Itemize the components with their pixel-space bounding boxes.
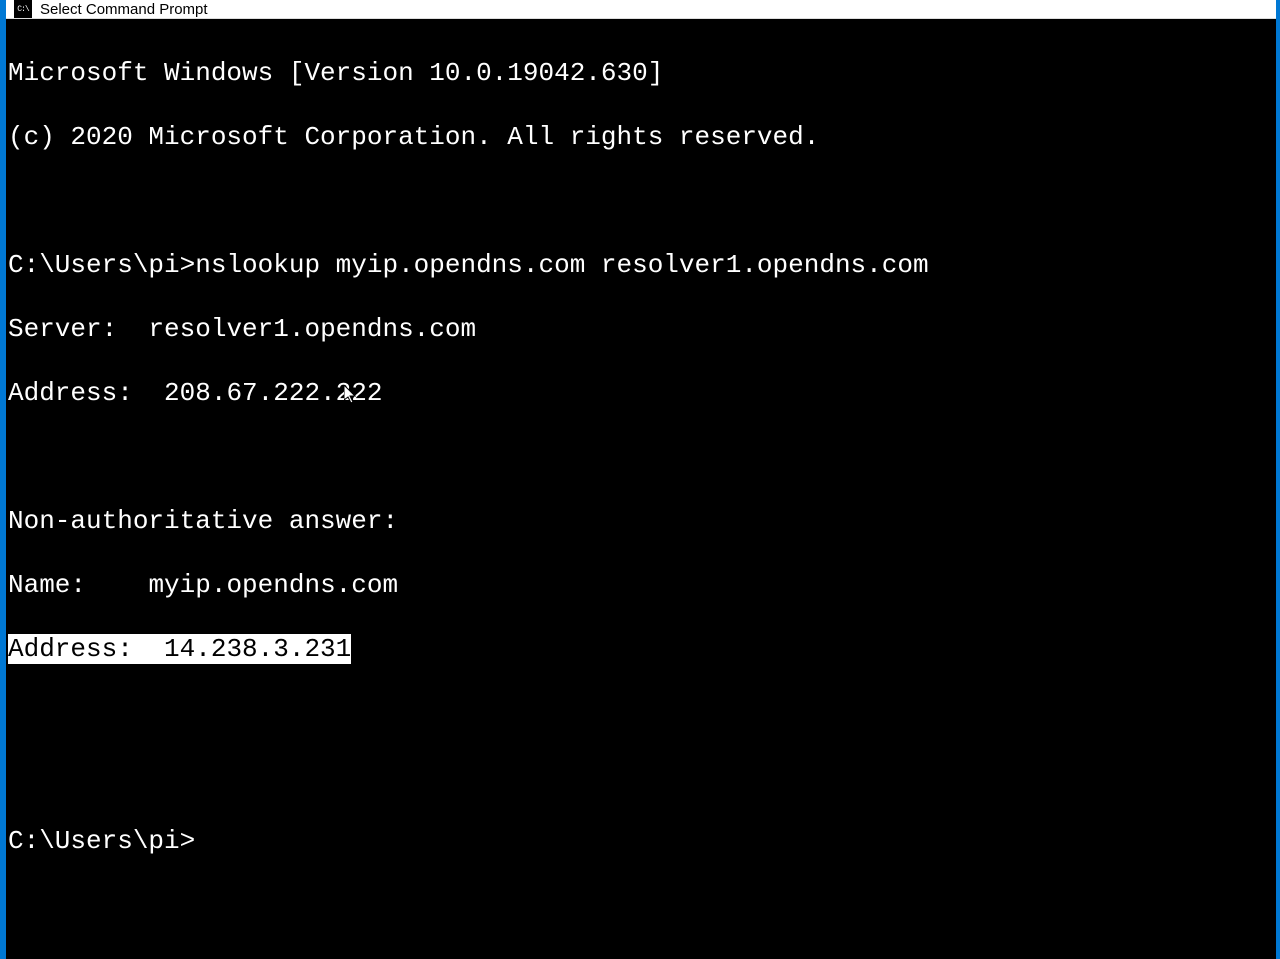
window-title: Select Command Prompt [40, 1, 208, 18]
server-label: Server: [8, 314, 148, 344]
server-value: resolver1.opendns.com [148, 314, 476, 344]
prompt-line: C:\Users\pi> [8, 825, 1274, 857]
command-text: nslookup myip.opendns.com resolver1.open… [195, 250, 928, 280]
result-address-label: Address: [8, 634, 164, 664]
cmd-icon: C:\ [14, 0, 32, 18]
command-prompt-window: C:\ Select Command Prompt Microsoft Wind… [6, 0, 1276, 720]
titlebar[interactable]: C:\ Select Command Prompt [6, 0, 1276, 19]
command-line: C:\Users\pi>nslookup myip.opendns.com re… [8, 249, 1274, 281]
address-value: 208.67.222.222 [164, 378, 382, 408]
prompt: C:\Users\pi> [8, 250, 195, 280]
banner-line: Microsoft Windows [Version 10.0.19042.63… [8, 57, 1274, 89]
blank-line [8, 697, 1274, 729]
name-label: Name: [8, 570, 148, 600]
output-line: Name: myip.opendns.com [8, 569, 1274, 601]
output-line: Server: resolver1.opendns.com [8, 313, 1274, 345]
name-value: myip.opendns.com [148, 570, 398, 600]
output-line-selected: Address: 14.238.3.231 [8, 633, 1274, 665]
blank-line [8, 761, 1274, 793]
blank-line [8, 441, 1274, 473]
selected-text: Address: 14.238.3.231 [8, 634, 351, 664]
result-address-value: 14.238.3.231 [164, 634, 351, 664]
banner-line: (c) 2020 Microsoft Corporation. All righ… [8, 121, 1274, 153]
blank-line [8, 185, 1274, 217]
terminal-output[interactable]: Microsoft Windows [Version 10.0.19042.63… [6, 19, 1276, 959]
output-line: Address: 208.67.222.222 [8, 377, 1274, 409]
address-label: Address: [8, 378, 164, 408]
output-line: Non-authoritative answer: [8, 505, 1274, 537]
prompt: C:\Users\pi> [8, 826, 195, 856]
